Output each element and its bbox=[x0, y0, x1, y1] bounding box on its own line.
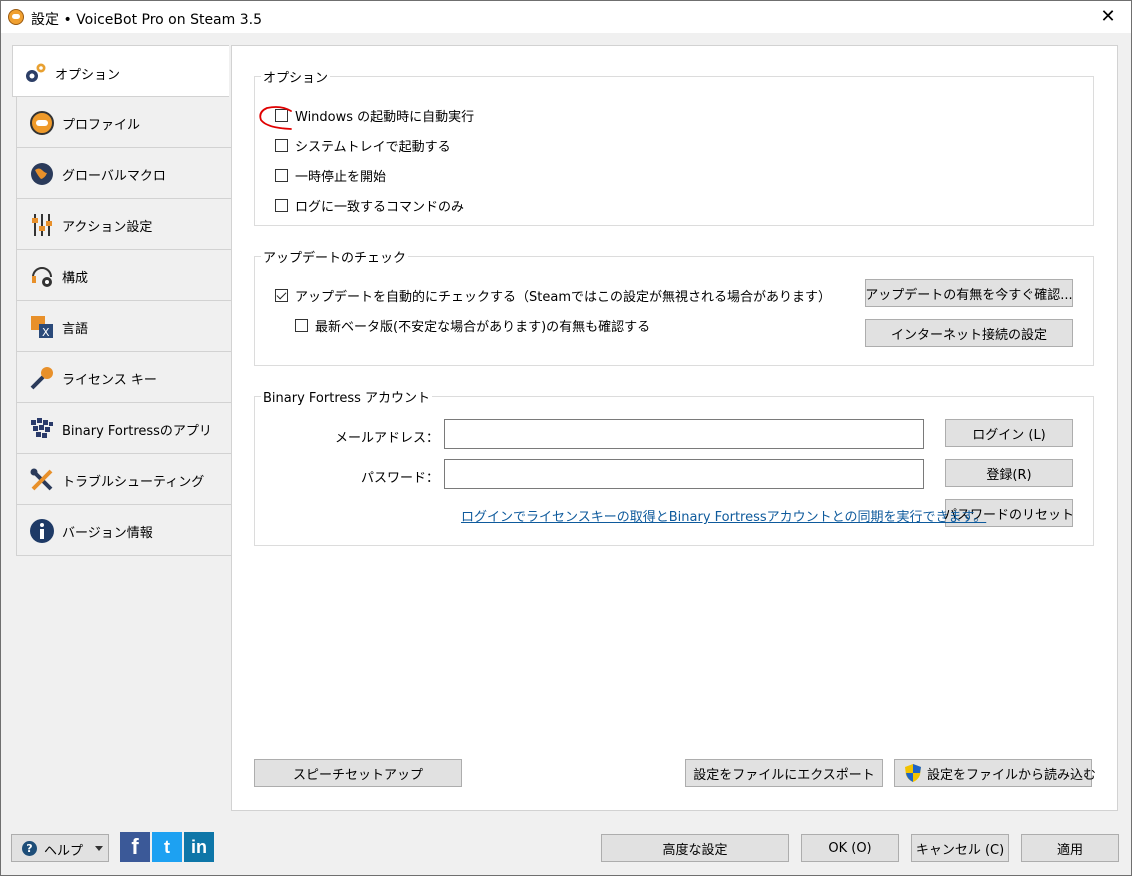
help-label: ヘルプ bbox=[44, 844, 84, 859]
apply-button[interactable]: 適用 bbox=[1021, 834, 1119, 862]
checkbox-box[interactable] bbox=[275, 109, 288, 122]
sidebar-item-label: プロファイル bbox=[62, 118, 141, 133]
info-icon bbox=[29, 518, 55, 544]
sidebar-item-language[interactable]: X 言語 bbox=[16, 301, 232, 352]
sidebar-item-action-settings[interactable]: アクション設定 bbox=[16, 199, 232, 250]
email-label: メールアドレス： bbox=[334, 431, 439, 446]
account-group-title: Binary Fortress アカウント bbox=[261, 387, 433, 406]
help-icon: ? bbox=[22, 841, 37, 856]
checkbox-box[interactable] bbox=[275, 289, 288, 302]
checkbox-label: システムトレイで起動する bbox=[295, 140, 451, 155]
sidebar-item-troubleshooting[interactable]: トラブルシューティング bbox=[16, 454, 232, 505]
checkbox-label: ログに一致するコマンドのみ bbox=[295, 200, 465, 215]
sidebar-item-label: グローバルマクロ bbox=[62, 169, 166, 184]
voicebot-app-icon bbox=[8, 9, 24, 25]
globe-icon bbox=[29, 161, 55, 187]
start-in-tray-checkbox[interactable]: システムトレイで起動する bbox=[275, 136, 451, 155]
chevron-down-icon bbox=[95, 846, 103, 851]
checkbox-box[interactable] bbox=[275, 199, 288, 212]
options-group: オプション Windows の起動時に自動実行 システムトレイで起動する 一時停… bbox=[254, 67, 1094, 226]
key-icon bbox=[29, 365, 55, 391]
checkbox-label: アップデートを自動的にチェックする（Steamではこの設定が無視される場合があり… bbox=[295, 290, 831, 305]
checkbox-box[interactable] bbox=[275, 169, 288, 182]
checkbox-box[interactable] bbox=[295, 319, 308, 332]
sliders-icon bbox=[29, 212, 55, 238]
beta-check-checkbox[interactable]: 最新ベータ版(不安定な場合があります)の有無も確認する bbox=[295, 316, 650, 335]
close-button[interactable]: ✕ bbox=[1085, 1, 1131, 33]
sidebar-item-label: オプション bbox=[55, 68, 121, 83]
autostart-checkbox[interactable]: Windows の起動時に自動実行 bbox=[275, 106, 474, 125]
speech-setup-button[interactable]: スピーチセットアップ bbox=[254, 759, 462, 787]
sidebar-item-label: バージョン情報 bbox=[62, 526, 153, 541]
uac-shield-icon bbox=[903, 763, 923, 783]
import-settings-label: 設定をファイルから読み込む bbox=[927, 767, 1097, 783]
sidebar-item-label: アクション設定 bbox=[62, 220, 153, 235]
check-updates-now-button[interactable]: アップデートの有無を今すぐ確認... bbox=[865, 279, 1073, 307]
sidebar-item-label: トラブルシューティング bbox=[62, 475, 205, 490]
binary-fortress-icon bbox=[29, 416, 55, 442]
password-label: パスワード： bbox=[360, 471, 439, 486]
sidebar-item-label: 言語 bbox=[62, 322, 89, 337]
checkbox-label: 最新ベータ版(不安定な場合があります)の有無も確認する bbox=[315, 320, 651, 335]
profile-icon bbox=[29, 110, 55, 136]
checkbox-label: Windows の起動時に自動実行 bbox=[295, 110, 475, 125]
internet-settings-button[interactable]: インターネット接続の設定 bbox=[865, 319, 1073, 347]
headset-gear-icon bbox=[29, 263, 55, 289]
log-matched-only-checkbox[interactable]: ログに一致するコマンドのみ bbox=[275, 196, 464, 215]
import-settings-button[interactable]: 設定をファイルから読み込む bbox=[894, 759, 1096, 787]
gears-icon bbox=[22, 60, 48, 86]
checkbox-box[interactable] bbox=[275, 139, 288, 152]
sidebar-item-options[interactable]: オプション bbox=[12, 45, 229, 97]
register-button[interactable]: 登録(R) bbox=[945, 459, 1073, 487]
facebook-icon[interactable]: f bbox=[120, 832, 150, 862]
auto-update-checkbox[interactable]: アップデートを自動的にチェックする（Steamではこの設定が無視される場合があり… bbox=[275, 286, 831, 305]
sidebar-item-binary-fortress-apps[interactable]: Binary Fortressのアプリ bbox=[16, 403, 232, 454]
sidebar: オプション プロファイル グローバルマクロ アクション設定 構成 X 言語 ライ… bbox=[12, 45, 232, 556]
settings-window: 設定 • VoiceBot Pro on Steam 3.5 ✕ オプション プ… bbox=[0, 0, 1132, 876]
twitter-icon[interactable]: t bbox=[152, 832, 182, 862]
updates-group: アップデートのチェック アップデートを自動的にチェックする（Steamではこの設… bbox=[254, 247, 1094, 366]
sidebar-item-label: ライセンス キー bbox=[62, 373, 157, 388]
sidebar-item-license-key[interactable]: ライセンス キー bbox=[16, 352, 232, 403]
account-group: Binary Fortress アカウント メールアドレス： パスワード： ログ… bbox=[254, 387, 1094, 546]
sidebar-item-global-macros[interactable]: グローバルマクロ bbox=[16, 148, 232, 199]
cancel-button[interactable]: キャンセル (C) bbox=[911, 834, 1009, 862]
export-settings-button[interactable]: 設定をファイルにエクスポート bbox=[685, 759, 883, 787]
login-button[interactable]: ログイン (L) bbox=[945, 419, 1073, 447]
password-input[interactable] bbox=[444, 459, 924, 489]
title-bar: 設定 • VoiceBot Pro on Steam 3.5 ✕ bbox=[1, 1, 1131, 33]
sidebar-item-profiles[interactable]: プロファイル bbox=[16, 97, 232, 148]
window-title: 設定 • VoiceBot Pro on Steam 3.5 bbox=[31, 12, 262, 28]
start-paused-checkbox[interactable]: 一時停止を開始 bbox=[275, 166, 386, 185]
email-input[interactable] bbox=[444, 419, 924, 449]
tools-icon bbox=[29, 467, 55, 493]
account-info-link[interactable]: ログインでライセンスキーの取得とBinary Fortressアカウントとの同期… bbox=[461, 506, 986, 525]
sidebar-item-label: 構成 bbox=[62, 271, 89, 286]
updates-group-title: アップデートのチェック bbox=[261, 247, 409, 266]
advanced-settings-button[interactable]: 高度な設定 bbox=[601, 834, 789, 862]
options-group-title: オプション bbox=[261, 67, 331, 86]
svg-text:X: X bbox=[42, 326, 50, 339]
sidebar-item-version-info[interactable]: バージョン情報 bbox=[16, 505, 232, 556]
linkedin-icon[interactable]: in bbox=[184, 832, 214, 862]
sidebar-item-label: Binary Fortressのアプリ bbox=[62, 424, 212, 439]
options-panel: オプション Windows の起動時に自動実行 システムトレイで起動する 一時停… bbox=[231, 45, 1118, 811]
sidebar-item-configuration[interactable]: 構成 bbox=[16, 250, 232, 301]
help-button[interactable]: ? ヘルプ bbox=[11, 834, 109, 862]
ok-button[interactable]: OK (O) bbox=[801, 834, 899, 862]
language-icon: X bbox=[29, 314, 55, 340]
checkbox-label: 一時停止を開始 bbox=[295, 170, 387, 185]
